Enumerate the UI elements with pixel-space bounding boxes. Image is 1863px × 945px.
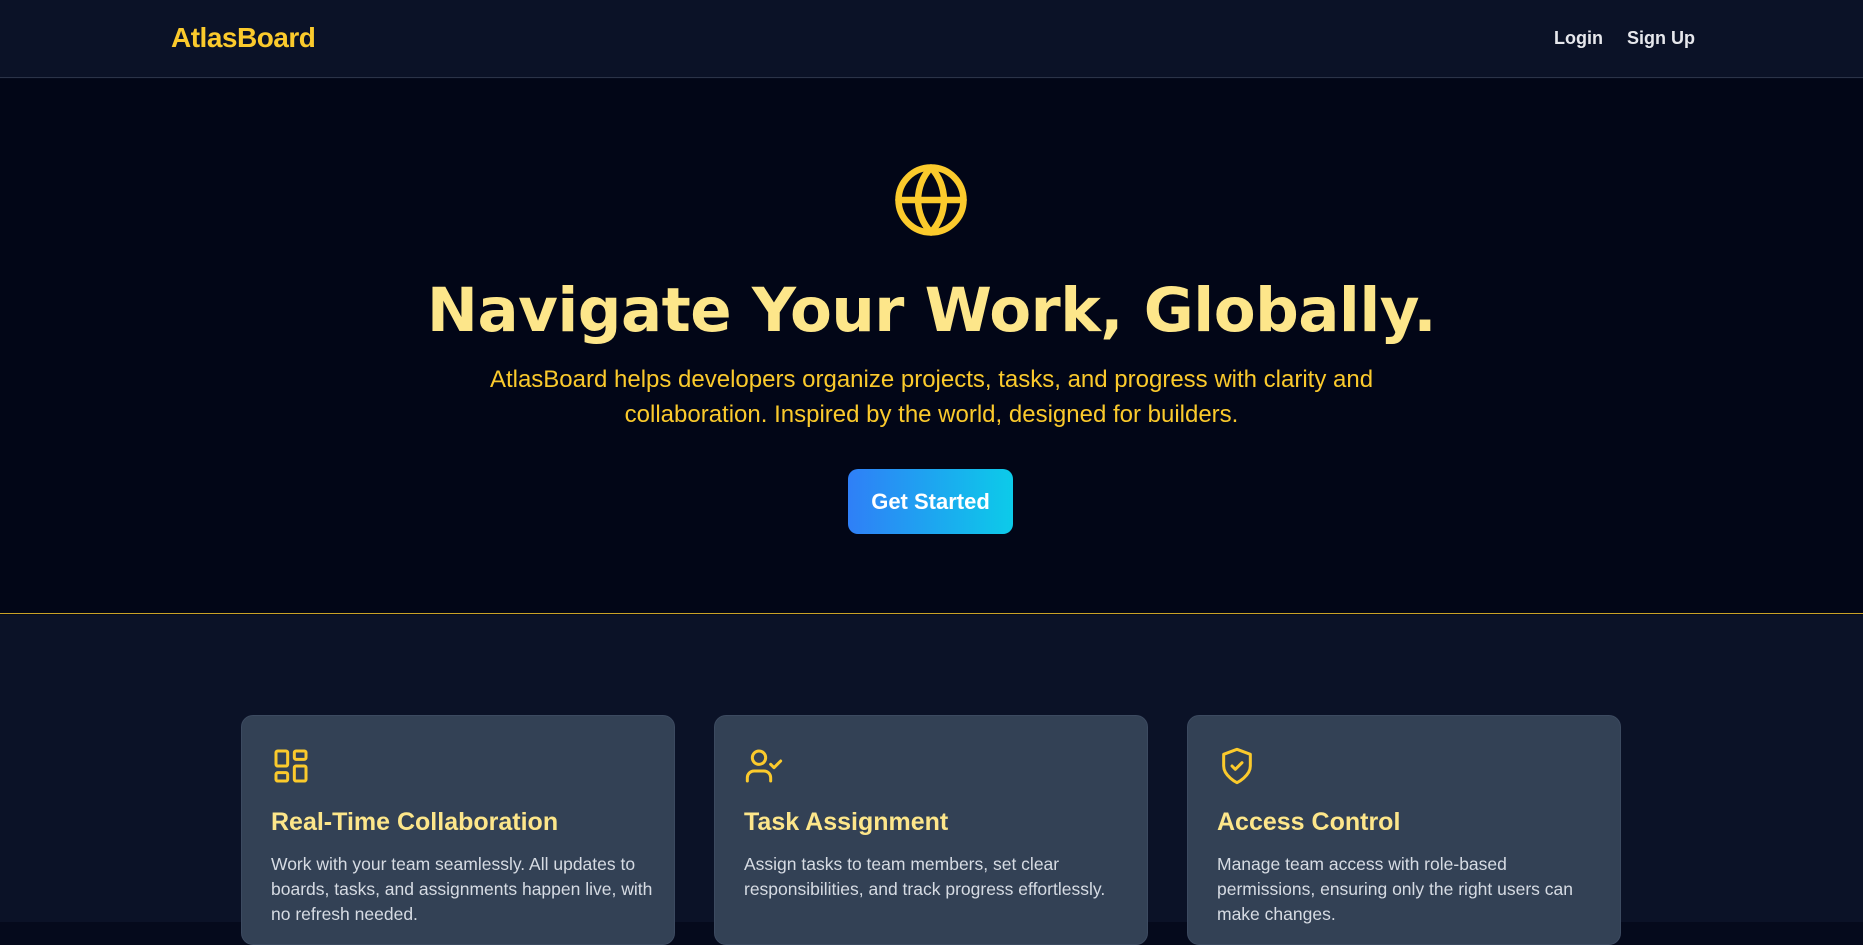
- dashboard-grid-icon: [274, 749, 308, 783]
- feature-title: Access Control: [1217, 808, 1401, 836]
- signup-link[interactable]: Sign Up: [1627, 28, 1695, 49]
- globe-icon: [895, 164, 967, 236]
- shield-check-icon: [1222, 747, 1252, 785]
- hero-title: Navigate Your Work, Globally.: [426, 275, 1437, 346]
- feature-title: Task Assignment: [744, 808, 949, 836]
- feature-card-task-assignment: Task Assignment Assign tasks to team mem…: [714, 715, 1148, 945]
- get-started-button[interactable]: Get Started: [848, 469, 1013, 534]
- feature-title: Real-Time Collaboration: [271, 808, 559, 836]
- feature-description: Assign tasks to team members, set clear …: [744, 854, 1106, 899]
- top-navbar: AtlasBoard Login Sign Up: [0, 0, 1863, 78]
- feature-description: Work with your team seamlessly. All upda…: [271, 854, 653, 924]
- feature-card-collaboration: Real-Time Collaboration Work with your t…: [241, 715, 675, 945]
- login-link[interactable]: Login: [1554, 28, 1603, 49]
- hero-subtitle: AtlasBoard helps developers organize pro…: [489, 366, 1374, 428]
- feature-description: Manage team access with role-based permi…: [1217, 854, 1574, 924]
- brand-logo[interactable]: AtlasBoard: [171, 22, 316, 54]
- user-check-icon: [745, 749, 783, 783]
- feature-card-access-control: Access Control Manage team access with r…: [1187, 715, 1621, 945]
